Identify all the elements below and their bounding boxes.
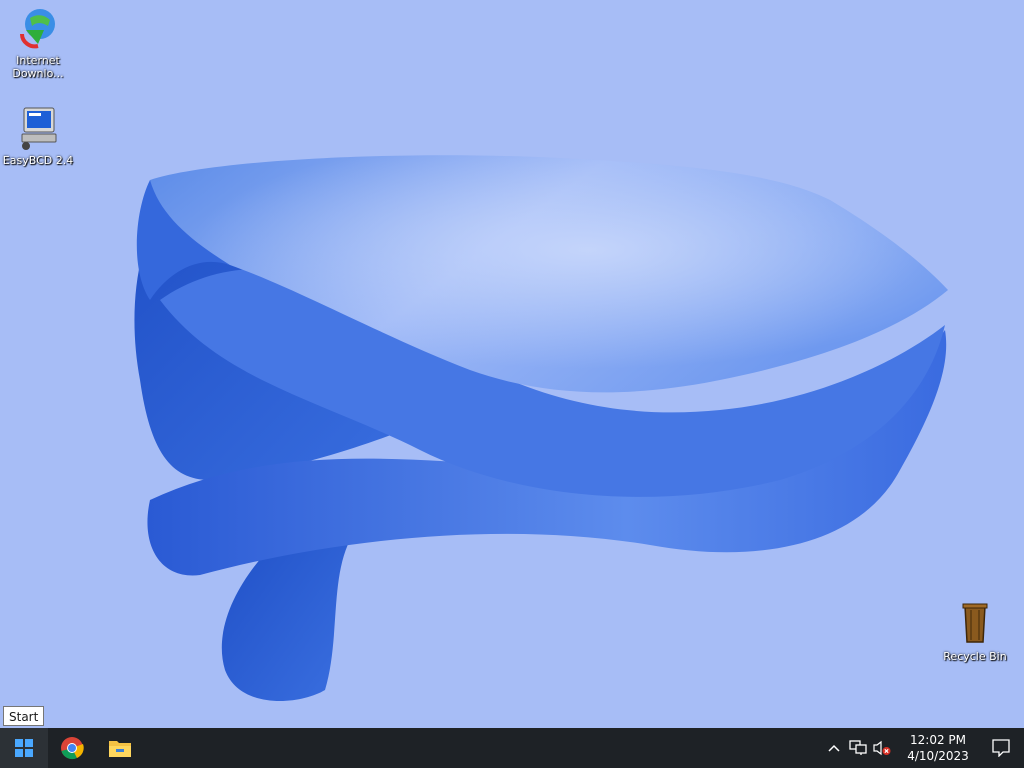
recycle-bin-shortcut[interactable]: Recycle Bin bbox=[937, 600, 1013, 663]
taskbar-file-explorer-button[interactable] bbox=[96, 728, 144, 768]
clock-time: 12:02 PM bbox=[910, 733, 966, 747]
desktop-icon-label: EasyBCD 2.4 bbox=[2, 154, 74, 167]
taskbar-clock[interactable]: 12:02 PM 4/10/2023 bbox=[898, 728, 978, 768]
easybcd-shortcut[interactable]: EasyBCD 2.4 bbox=[0, 104, 76, 167]
clock-date: 4/10/2023 bbox=[907, 749, 969, 763]
windows-start-icon bbox=[15, 739, 33, 757]
chevron-up-icon bbox=[828, 744, 840, 752]
action-center-button[interactable] bbox=[978, 728, 1024, 768]
desktop[interactable]: Internet Downlo... EasyBCD 2.4 Recycle B… bbox=[0, 0, 1024, 728]
internet-download-manager-icon bbox=[20, 9, 55, 49]
network-icon bbox=[849, 740, 867, 755]
taskbar: 12:02 PM 4/10/2023 bbox=[0, 728, 1024, 768]
volume-muted-icon bbox=[873, 740, 891, 756]
start-button[interactable] bbox=[0, 728, 48, 768]
wallpaper-bloom bbox=[134, 155, 948, 702]
volume-button[interactable] bbox=[870, 728, 894, 768]
desktop-icon-label: Internet Downlo... bbox=[12, 54, 64, 80]
action-center-icon bbox=[992, 739, 1010, 757]
system-tray: 12:02 PM 4/10/2023 bbox=[822, 728, 1024, 768]
start-tooltip: Start bbox=[3, 706, 45, 726]
internet-download-manager-shortcut[interactable]: Internet Downlo... bbox=[0, 4, 76, 80]
file-explorer-icon bbox=[109, 741, 131, 757]
taskbar-chrome-button[interactable] bbox=[48, 728, 96, 768]
show-hidden-icons-button[interactable] bbox=[822, 728, 846, 768]
desktop-icon-label: Recycle Bin bbox=[943, 650, 1007, 663]
chrome-icon bbox=[61, 737, 84, 760]
recycle-bin-icon bbox=[962, 603, 988, 643]
easybcd-icon bbox=[21, 107, 57, 150]
network-button[interactable] bbox=[846, 728, 870, 768]
